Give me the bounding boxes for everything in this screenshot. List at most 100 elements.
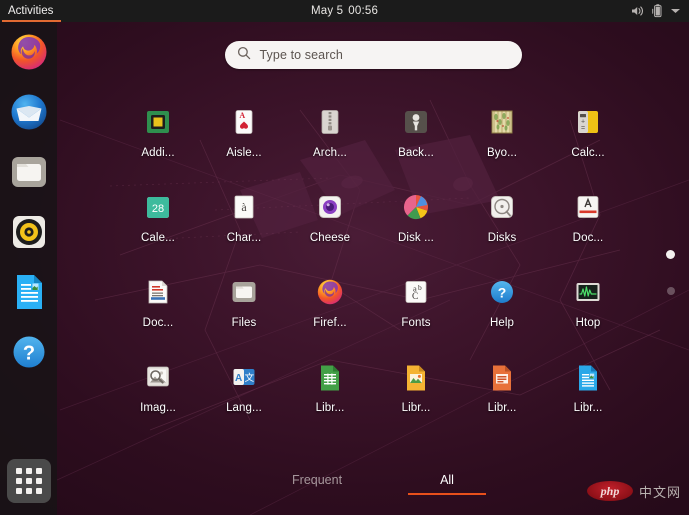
language-icon: A 文	[228, 361, 260, 393]
system-tray[interactable]	[631, 0, 681, 22]
backup-icon	[400, 106, 432, 138]
activities-label: Activities	[8, 5, 53, 17]
image-viewer-icon	[142, 361, 174, 393]
app-label: Back...	[398, 147, 434, 159]
svg-text:?: ?	[22, 343, 34, 365]
tab-frequent-label: Frequent	[292, 473, 342, 487]
chip-icon	[142, 106, 174, 138]
app-item-fonts[interactable]: a b C Fonts	[373, 270, 459, 355]
app-item-calculator[interactable]: + = Calc...	[545, 100, 631, 185]
app-label: Help	[490, 317, 514, 329]
app-item-image-viewer[interactable]: Imag...	[115, 355, 201, 440]
libreoffice-draw-icon	[400, 361, 432, 393]
watermark: php 中文网	[587, 481, 681, 501]
webcam-icon	[314, 191, 346, 223]
battery-icon[interactable]	[652, 4, 663, 18]
dock-item-firefox[interactable]	[7, 30, 51, 74]
document-viewer-icon	[142, 276, 174, 308]
clock-button[interactable]: May 5 00:56	[0, 5, 689, 17]
app-item-byobu[interactable]: Byo...	[459, 100, 545, 185]
svg-text:文: 文	[245, 372, 255, 384]
app-label: Aisle...	[226, 147, 261, 159]
app-item-disks[interactable]: Disks	[459, 185, 545, 270]
activities-button[interactable]: Activities	[0, 0, 63, 22]
tab-frequent[interactable]: Frequent	[282, 469, 352, 495]
watermark-logo: php	[587, 481, 633, 501]
app-label: Files	[232, 317, 257, 329]
app-item-aisleriot[interactable]: A Aisle...	[201, 100, 287, 185]
tab-all[interactable]: All	[430, 469, 464, 495]
byobu-icon	[486, 106, 518, 138]
app-label: Firef...	[313, 317, 346, 329]
dock-item-files[interactable]	[7, 150, 51, 194]
app-item-libreoffice-calc[interactable]: Libr...	[287, 355, 373, 440]
calculator-icon: + =	[572, 106, 604, 138]
archive-icon	[314, 106, 346, 138]
app-item-character-map[interactable]: à Char...	[201, 185, 287, 270]
app-item-libreoffice-writer[interactable]: Libr...	[545, 355, 631, 440]
app-item-firefox[interactable]: Firef...	[287, 270, 373, 355]
app-item-document-viewer[interactable]: Doc...	[115, 270, 201, 355]
app-item-additional-drivers[interactable]: Addi...	[115, 100, 201, 185]
search-bar-container: Type to search	[57, 41, 689, 69]
app-label: Imag...	[140, 402, 176, 414]
svg-text:28: 28	[152, 203, 164, 215]
svg-text:à: à	[241, 200, 247, 214]
app-item-disk-usage-analyzer[interactable]: Disk ...	[373, 185, 459, 270]
search-input[interactable]: Type to search	[225, 41, 522, 69]
top-bar: Activities May 5 00:56	[0, 0, 689, 22]
svg-text:b: b	[418, 283, 422, 292]
app-label: Libr...	[402, 402, 431, 414]
page-dot-2[interactable]	[667, 287, 675, 295]
page-indicator[interactable]	[666, 250, 675, 295]
watermark-text: 中文网	[639, 482, 681, 501]
desktop-overview: Activities May 5 00:56	[0, 0, 689, 515]
dock-item-help[interactable]: ?	[7, 330, 51, 374]
app-grid-icon	[16, 468, 42, 494]
app-label: Fonts	[401, 317, 430, 329]
dock-item-thunderbird[interactable]	[7, 90, 51, 134]
app-item-libreoffice-impress[interactable]: Libr...	[459, 355, 545, 440]
dock-item-rhythmbox[interactable]	[7, 210, 51, 254]
document-scanner-icon	[572, 191, 604, 223]
app-label: Lang...	[226, 402, 262, 414]
folder-icon	[228, 276, 260, 308]
app-item-libreoffice-draw[interactable]: Libr...	[373, 355, 459, 440]
dock: ?	[0, 22, 57, 515]
app-item-cheese[interactable]: Cheese	[287, 185, 373, 270]
app-item-language-support[interactable]: A 文 Lang...	[201, 355, 287, 440]
app-label: Cale...	[141, 232, 175, 244]
svg-text:=: =	[581, 125, 585, 132]
app-item-backups[interactable]: Back...	[373, 100, 459, 185]
libreoffice-writer-icon	[572, 361, 604, 393]
clock-time: 00:56	[348, 5, 378, 17]
app-item-files[interactable]: Files	[201, 270, 287, 355]
show-applications-button[interactable]	[7, 459, 51, 503]
clock-date: May 5	[311, 5, 343, 17]
app-label: Libr...	[574, 402, 603, 414]
tab-all-label: All	[440, 473, 454, 487]
htop-icon	[572, 276, 604, 308]
playing-card-icon: A	[228, 106, 260, 138]
watermark-badge-text: php	[601, 484, 620, 499]
app-item-help[interactable]: ? Help	[459, 270, 545, 355]
app-item-htop[interactable]: Htop	[545, 270, 631, 355]
application-grid: Addi... A Aisle...	[57, 100, 689, 460]
pie-chart-icon	[400, 191, 432, 223]
app-label: Arch...	[313, 147, 347, 159]
search-placeholder: Type to search	[260, 48, 343, 62]
svg-text:?: ?	[498, 285, 507, 301]
chevron-down-icon[interactable]	[670, 7, 681, 15]
app-label: Doc...	[143, 317, 174, 329]
app-item-archive-manager[interactable]: Arch...	[287, 100, 373, 185]
volume-icon[interactable]	[631, 5, 645, 17]
app-label: Cheese	[310, 232, 350, 244]
app-label: Char...	[227, 232, 262, 244]
help-icon: ?	[486, 276, 518, 308]
app-item-calendar[interactable]: 28 Cale...	[115, 185, 201, 270]
dock-item-libreoffice-writer[interactable]	[7, 270, 51, 314]
page-dot-1[interactable]	[666, 250, 675, 259]
svg-text:A: A	[235, 373, 242, 384]
calendar-icon: 28	[142, 191, 174, 223]
app-item-document-scanner[interactable]: Doc...	[545, 185, 631, 270]
